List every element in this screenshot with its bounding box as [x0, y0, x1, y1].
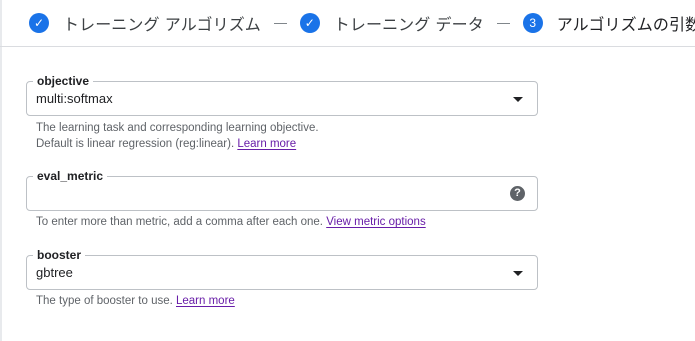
objective-hint-text: Default is linear regression (reg:linear…: [36, 138, 238, 150]
step-separator: [273, 22, 287, 24]
booster-select[interactable]: booster gbtree: [26, 247, 538, 290]
booster-value: gbtree: [36, 265, 73, 280]
step-label: トレーニング データ: [333, 15, 484, 34]
check-icon: ✓: [29, 13, 49, 33]
panel-border: [0, 0, 2, 341]
dropdown-arrow-icon: [513, 97, 523, 102]
eval-metric-input[interactable]: eval_metric ?: [26, 168, 538, 211]
view-metric-options-link[interactable]: View metric options: [326, 216, 426, 228]
objective-hint-line2: Default is linear regression (reg:linear…: [36, 136, 319, 152]
eval-metric-hint: To enter more than metric, add a comma a…: [36, 214, 426, 230]
objective-learn-more-link[interactable]: Learn more: [237, 138, 296, 150]
step-algorithm-arguments[interactable]: 3 アルゴリズムの引数: [522, 11, 695, 35]
booster-hint: The type of booster to use. Learn more: [36, 293, 235, 309]
objective-hint-line1: The learning task and corresponding lear…: [36, 122, 319, 134]
step-training-data[interactable]: ✓ トレーニング データ: [299, 11, 484, 35]
help-icon[interactable]: ?: [510, 186, 525, 201]
step-training-algorithm[interactable]: ✓ トレーニング アルゴリズム: [29, 11, 261, 35]
eval-metric-label: eval_metric: [33, 168, 108, 184]
check-icon: ✓: [299, 13, 320, 33]
eval-metric-hint-text: To enter more than metric, add a comma a…: [36, 216, 327, 228]
step-number-badge: 3: [522, 13, 543, 33]
step-label: トレーニング アルゴリズム: [63, 15, 261, 34]
page: ✓ トレーニング アルゴリズム ✓ トレーニング データ 3 アルゴリズムの引数…: [0, 0, 695, 341]
step-label: アルゴリズムの引数: [556, 15, 695, 34]
booster-label: booster: [33, 247, 86, 263]
objective-hint: The learning task and corresponding lear…: [36, 120, 319, 152]
objective-label: objective: [33, 73, 94, 89]
objective-select[interactable]: objective multi:softmax: [26, 73, 538, 116]
booster-hint-text: The type of booster to use.: [36, 295, 176, 307]
stepper: ✓ トレーニング アルゴリズム ✓ トレーニング データ 3 アルゴリズムの引数…: [0, 0, 695, 47]
objective-value: multi:softmax: [36, 91, 113, 106]
dropdown-arrow-icon: [513, 271, 523, 276]
booster-learn-more-link[interactable]: Learn more: [176, 295, 235, 307]
step-separator: [496, 22, 510, 24]
